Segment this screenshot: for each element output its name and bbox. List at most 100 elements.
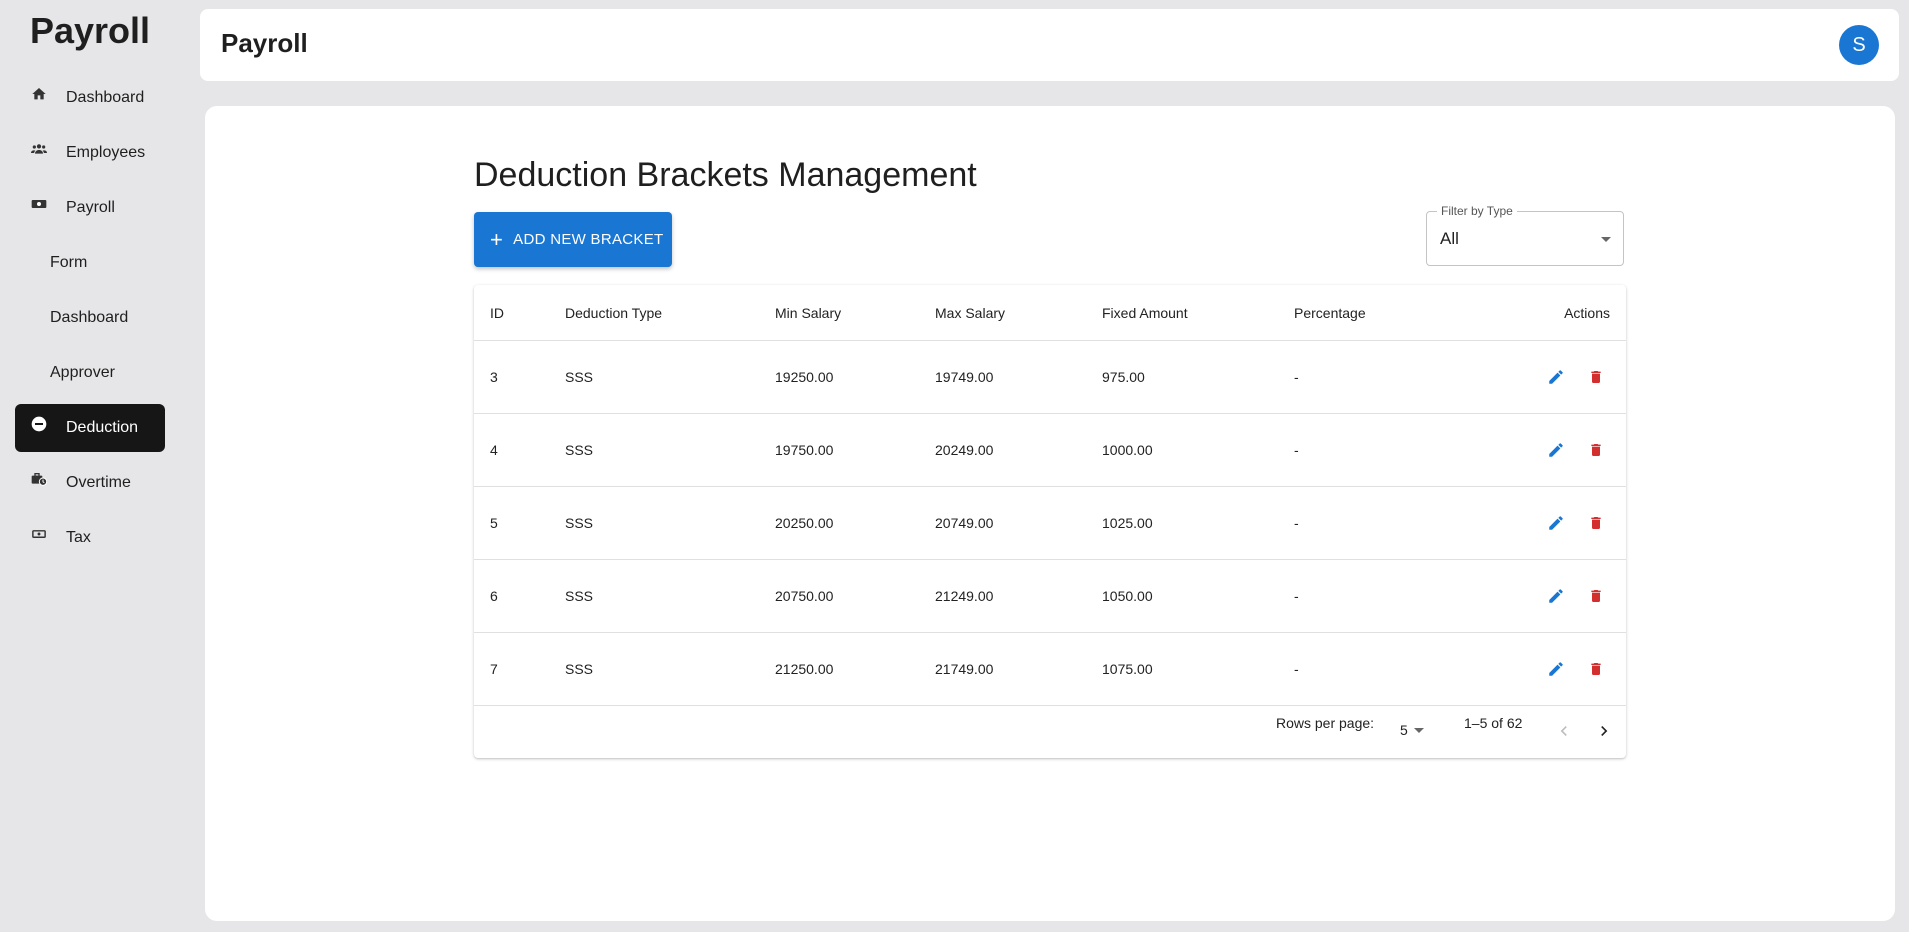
previous-page-button[interactable] — [1554, 721, 1574, 746]
row-actions — [1546, 586, 1606, 606]
cell-max-salary: 20749.00 — [935, 514, 994, 531]
sidebar-item-employees[interactable]: Employees — [15, 129, 165, 177]
money-icon — [31, 526, 47, 542]
column-header-deduction-type: Deduction Type — [565, 304, 663, 321]
delete-icon[interactable] — [1586, 659, 1606, 679]
cell-id: 5 — [490, 514, 498, 531]
filter-label: Filter by Type — [1437, 204, 1517, 218]
cell-max-salary: 21249.00 — [935, 587, 994, 604]
cell-percentage: - — [1294, 660, 1299, 677]
rows-per-page-value: 5 — [1400, 722, 1408, 738]
sidebar-item-label: Dashboard — [66, 89, 145, 106]
sidebar-item-dashboard[interactable]: Dashboard — [15, 74, 165, 122]
avatar[interactable]: S — [1839, 25, 1879, 65]
cell-id: 3 — [490, 368, 498, 385]
row-actions — [1546, 659, 1606, 679]
sidebar-item-label: Payroll — [66, 199, 115, 216]
edit-icon[interactable] — [1546, 659, 1566, 679]
rows-per-page-select[interactable]: 5 — [1400, 722, 1424, 738]
filter-by-type-select[interactable]: Filter by Type All — [1426, 204, 1624, 266]
rows-per-page-label: Rows per page: — [1276, 715, 1375, 731]
cell-deduction-type: SSS — [565, 514, 594, 531]
chevron-left-icon — [1560, 726, 1567, 736]
add-new-bracket-button[interactable]: + ADD NEW BRACKET — [474, 212, 672, 267]
table-row: 3 SSS 19250.00 19749.00 975.00 - — [474, 340, 1626, 414]
cell-min-salary: 20250.00 — [775, 514, 834, 531]
table-row: 6 SSS 20750.00 21249.00 1050.00 - — [474, 559, 1626, 633]
edit-icon[interactable] — [1546, 513, 1566, 533]
add-button-label: ADD NEW BRACKET — [513, 231, 664, 248]
table-row: 4 SSS 19750.00 20249.00 1000.00 - — [474, 413, 1626, 487]
cell-max-salary: 21749.00 — [935, 660, 994, 677]
cell-fixed-amount: 1075.00 — [1102, 660, 1153, 677]
row-actions — [1546, 513, 1606, 533]
deduction-brackets-table: ID Deduction Type Min Salary Max Salary … — [474, 285, 1626, 758]
cell-id: 6 — [490, 587, 498, 604]
chevron-down-icon — [1413, 727, 1424, 733]
cell-id: 4 — [490, 441, 498, 458]
cell-fixed-amount: 1025.00 — [1102, 514, 1153, 531]
edit-icon[interactable] — [1546, 586, 1566, 606]
cell-min-salary: 20750.00 — [775, 587, 834, 604]
sidebar-item-label: Dashboard — [50, 309, 129, 326]
cell-max-salary: 20249.00 — [935, 441, 994, 458]
pagination-range: 1–5 of 62 — [1464, 715, 1523, 731]
table-row: 7 SSS 21250.00 21749.00 1075.00 - — [474, 632, 1626, 706]
table-pagination: Rows per page: 5 1–5 of 62 — [474, 705, 1626, 758]
cell-deduction-type: SSS — [565, 660, 594, 677]
cash-icon — [31, 196, 47, 212]
sidebar-item-label: Approver — [50, 364, 115, 381]
sidebar-item-label: Deduction — [66, 419, 139, 436]
minus-circle-icon — [31, 416, 47, 432]
sidebar-item-label: Form — [50, 254, 88, 271]
top-header: Payroll S — [200, 9, 1899, 81]
cell-deduction-type: SSS — [565, 441, 594, 458]
briefcase-clock-icon — [31, 471, 47, 487]
header-title: Payroll — [221, 28, 308, 58]
sidebar-item-form[interactable]: Form — [15, 239, 165, 287]
cell-percentage: - — [1294, 368, 1299, 385]
column-header-max-salary: Max Salary — [935, 304, 1006, 321]
row-actions — [1546, 367, 1606, 387]
plus-icon: + — [490, 226, 504, 252]
sidebar-item-approver[interactable]: Approver — [15, 349, 165, 397]
cell-deduction-type: SSS — [565, 587, 594, 604]
column-header-percentage: Percentage — [1294, 304, 1366, 321]
edit-icon[interactable] — [1546, 440, 1566, 460]
cell-percentage: - — [1294, 514, 1299, 531]
column-header-fixed-amount: Fixed Amount — [1102, 304, 1188, 321]
brand-title: Payroll — [29, 10, 151, 51]
cell-min-salary: 21250.00 — [775, 660, 834, 677]
table-row: 5 SSS 20250.00 20749.00 1025.00 - — [474, 486, 1626, 560]
cell-fixed-amount: 975.00 — [1102, 368, 1145, 385]
column-header-id: ID — [490, 304, 504, 321]
cell-min-salary: 19750.00 — [775, 441, 834, 458]
people-icon — [31, 141, 47, 157]
sidebar-item-label: Employees — [66, 144, 146, 161]
sidebar-item-tax[interactable]: Tax — [15, 514, 165, 562]
cell-id: 7 — [490, 660, 498, 677]
filter-value: All — [1440, 229, 1459, 248]
cell-fixed-amount: 1050.00 — [1102, 587, 1153, 604]
edit-icon[interactable] — [1546, 367, 1566, 387]
delete-icon[interactable] — [1586, 513, 1606, 533]
delete-icon[interactable] — [1586, 440, 1606, 460]
chevron-down-icon — [1601, 237, 1611, 242]
sidebar-item-deduction[interactable]: Deduction — [15, 404, 165, 452]
sidebar-item-label: Tax — [66, 529, 91, 546]
cell-deduction-type: SSS — [565, 368, 594, 385]
row-actions — [1546, 440, 1606, 460]
page-title: Deduction Brackets Management — [474, 156, 977, 194]
sidebar-item-overtime[interactable]: Overtime — [15, 459, 165, 507]
cell-min-salary: 19250.00 — [775, 368, 834, 385]
sidebar-item-payroll-dashboard[interactable]: Dashboard — [15, 294, 165, 342]
sidebar-item-payroll[interactable]: Payroll — [15, 184, 165, 232]
cell-fixed-amount: 1000.00 — [1102, 441, 1153, 458]
sidebar-item-label: Overtime — [66, 474, 131, 491]
cell-max-salary: 19749.00 — [935, 368, 994, 385]
next-page-button[interactable] — [1594, 721, 1614, 746]
delete-icon[interactable] — [1586, 367, 1606, 387]
cell-percentage: - — [1294, 441, 1299, 458]
delete-icon[interactable] — [1586, 586, 1606, 606]
sidebar: Payroll Dashboard Employees Payroll Form… — [0, 0, 180, 932]
